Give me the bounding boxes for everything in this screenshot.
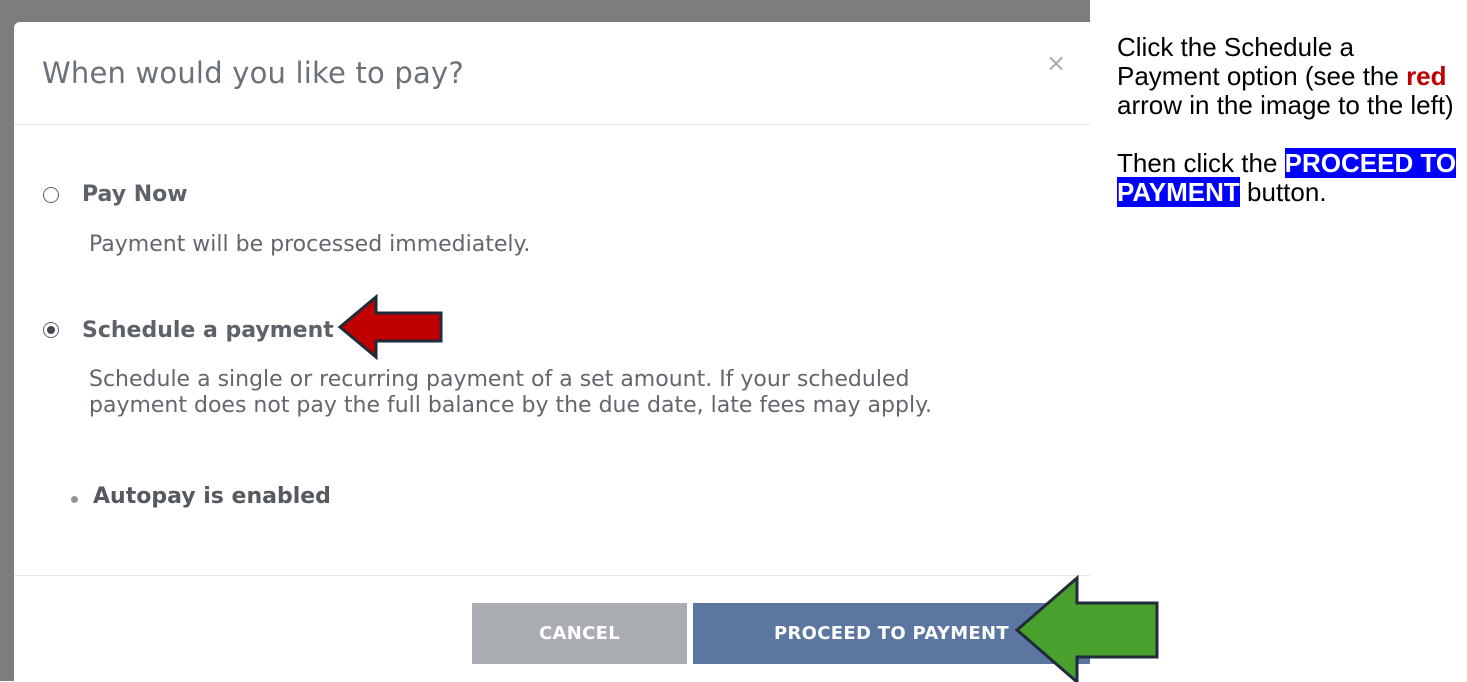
red-arrow-icon: [337, 293, 443, 361]
payment-timing-modal: When would you like to pay? × Pay Now Pa…: [14, 22, 1090, 681]
option-label-schedule-payment[interactable]: Schedule a payment: [82, 318, 334, 343]
modal-header: When would you like to pay? ×: [14, 22, 1090, 125]
option-description-schedule-line1: Schedule a single or recurring payment o…: [89, 367, 910, 392]
radio-pay-now[interactable]: [43, 187, 59, 203]
instruction-step-2-tail: button.: [1239, 177, 1327, 207]
cancel-button[interactable]: CANCEL: [472, 603, 687, 664]
autopay-status-text: Autopay is enabled: [93, 484, 331, 509]
option-label-pay-now[interactable]: Pay Now: [82, 182, 188, 207]
instruction-step-2-text: Then click the: [1117, 148, 1285, 178]
close-icon[interactable]: ×: [1045, 51, 1067, 75]
instruction-step-1: Click the Schedule a Payment option (see…: [1117, 33, 1462, 120]
option-description-schedule-line2: payment does not pay the full balance by…: [89, 393, 932, 418]
option-description-pay-now: Payment will be processed immediately.: [89, 232, 531, 257]
instructions-panel: Click the Schedule a Payment option (see…: [1117, 33, 1462, 207]
instruction-step-2: Then click the PROCEED TO PAYMENT button…: [1117, 148, 1462, 207]
instruction-step-1-tail: arrow in the image to the left): [1117, 90, 1454, 120]
modal-title: When would you like to pay?: [42, 56, 464, 90]
radio-schedule-payment[interactable]: [43, 322, 59, 338]
green-arrow-icon: [1014, 574, 1159, 682]
bullet-dot: [71, 496, 78, 503]
instruction-step-1-text: Click the Schedule a Payment option (see…: [1117, 32, 1407, 91]
instruction-red-word: red: [1406, 61, 1447, 91]
modal-footer: CANCEL PROCEED TO PAYMENT: [14, 575, 1090, 682]
